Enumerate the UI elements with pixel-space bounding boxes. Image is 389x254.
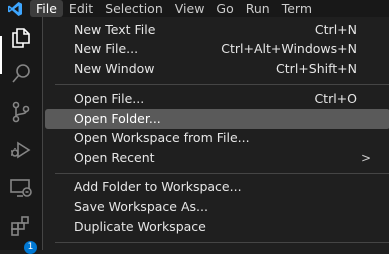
- menu-go[interactable]: Go: [210, 0, 239, 17]
- menu-item-duplicate-workspace[interactable]: Duplicate Workspace: [45, 217, 389, 237]
- menu-view[interactable]: View: [169, 0, 211, 17]
- menu-item-save-workspace-as[interactable]: Save Workspace As...: [45, 197, 389, 217]
- menu-item-open-file[interactable]: Open File... Ctrl+O: [45, 89, 389, 109]
- menu-separator: [55, 173, 389, 174]
- menu-item-open-recent[interactable]: Open Recent >: [45, 148, 389, 168]
- menu-item-shortcut: Ctrl+Shift+N: [276, 61, 357, 76]
- activity-bar: 1: [0, 17, 42, 254]
- menu-selection[interactable]: Selection: [99, 0, 169, 17]
- run-debug-icon[interactable]: [0, 131, 42, 169]
- menu-terminal[interactable]: Term: [276, 0, 318, 17]
- menu-item-label: Add Folder to Workspace...: [74, 179, 242, 194]
- menu-bar: File Edit Selection View Go Run Term: [0, 0, 389, 17]
- menu-item-open-folder[interactable]: Open Folder...: [45, 109, 389, 129]
- chevron-right-icon: >: [360, 151, 371, 165]
- menu-item-open-workspace[interactable]: Open Workspace from File...: [45, 128, 389, 148]
- menu-file[interactable]: File: [30, 0, 63, 17]
- remote-explorer-icon[interactable]: [0, 169, 42, 207]
- menu-item-label: Open Recent: [74, 150, 155, 165]
- menu-item-label: New File...: [74, 41, 139, 56]
- menu-item-shortcut: Ctrl+O: [314, 91, 357, 106]
- menu-separator: [55, 242, 389, 243]
- extensions-icon[interactable]: [0, 207, 42, 245]
- menu-item-label: Duplicate Workspace: [74, 219, 206, 234]
- menu-edit[interactable]: Edit: [63, 0, 99, 17]
- menu-item-new-file[interactable]: New File... Ctrl+Alt+Windows+N: [45, 39, 389, 59]
- menu-item-label: Save Workspace As...: [74, 199, 208, 214]
- extensions-badge: 1: [24, 241, 37, 254]
- menu-item-new-text-file[interactable]: New Text File Ctrl+N: [45, 20, 389, 40]
- menu-separator: [55, 84, 389, 85]
- menu-run[interactable]: Run: [240, 0, 276, 17]
- source-control-icon[interactable]: [0, 93, 42, 131]
- menu-item-label: Open File...: [74, 91, 145, 106]
- search-icon[interactable]: [0, 55, 42, 93]
- menu-item-new-window[interactable]: New Window Ctrl+Shift+N: [45, 59, 389, 79]
- explorer-icon[interactable]: [0, 19, 42, 57]
- menu-item-label: New Window: [74, 61, 155, 76]
- file-menu-dropdown: New Text File Ctrl+N New File... Ctrl+Al…: [42, 17, 389, 250]
- menu-item-label: New Text File: [74, 22, 156, 37]
- menu-item-label: Open Folder...: [74, 111, 161, 126]
- menu-item-add-folder-to-workspace[interactable]: Add Folder to Workspace...: [45, 177, 389, 197]
- menu-item-label: Open Workspace from File...: [74, 130, 250, 145]
- vscode-logo-icon: [0, 0, 30, 17]
- menu-item-shortcut: Ctrl+N: [314, 22, 357, 37]
- menu-item-shortcut: Ctrl+Alt+Windows+N: [221, 41, 357, 56]
